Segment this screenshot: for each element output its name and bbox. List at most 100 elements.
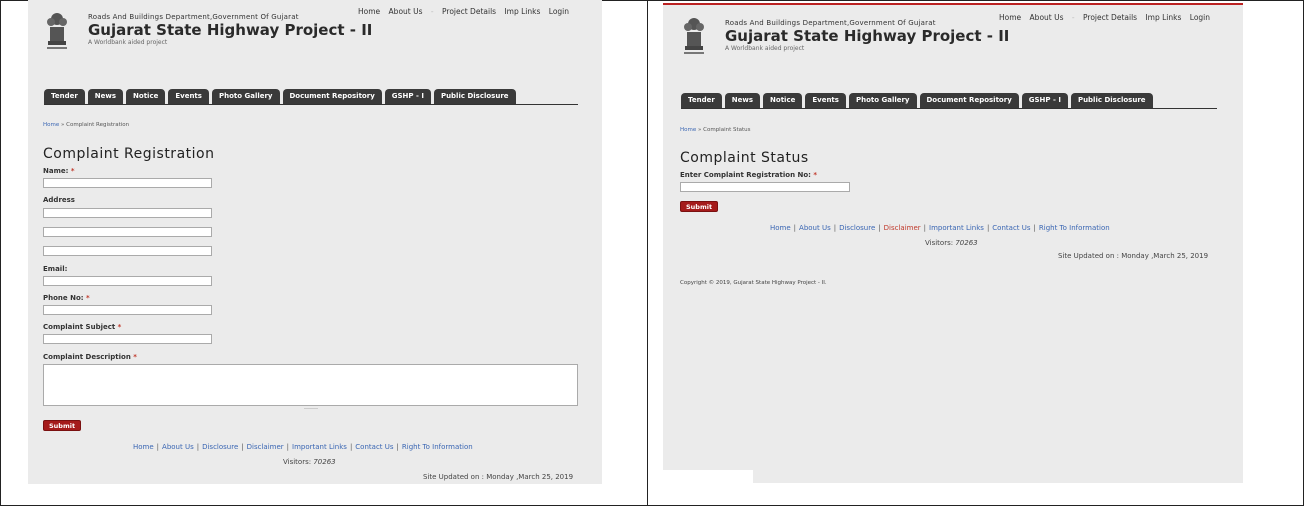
state-emblem-icon: [684, 18, 704, 54]
tab-tender[interactable]: Tender: [44, 89, 85, 104]
breadcrumb: Home » Complaint Status: [680, 127, 751, 133]
footer-link-contact[interactable]: Contact Us: [992, 224, 1030, 232]
description-textarea[interactable]: [43, 364, 578, 406]
tab-underline: [681, 108, 1217, 109]
footer-link-important[interactable]: Important Links: [929, 224, 984, 232]
site-brand[interactable]: Gujarat State Highway Project - II: [725, 27, 1009, 45]
address-input-line-3[interactable]: [43, 246, 212, 256]
footer-link-important[interactable]: Important Links: [292, 443, 347, 451]
site-updated: Site Updated on : Monday ,March 25, 2019: [423, 473, 574, 481]
tab-news[interactable]: News: [724, 93, 761, 108]
registration-no-input[interactable]: [680, 182, 850, 192]
tab-notice[interactable]: Notice: [126, 89, 166, 104]
name-input[interactable]: [43, 178, 212, 188]
site-tagline: A Worldbank aided project: [88, 39, 168, 46]
footer-link-contact[interactable]: Contact Us: [355, 443, 393, 451]
breadcrumb-current: Complaint Status: [703, 127, 751, 133]
complaint-status-page: Roads And Buildings Department,Governmen…: [663, 3, 1243, 483]
phone-input[interactable]: [43, 305, 212, 315]
footer-link-disclosure[interactable]: Disclosure: [202, 443, 238, 451]
tab-photo-gallery[interactable]: Photo Gallery: [211, 89, 280, 104]
name-label: Name: *: [43, 167, 75, 175]
site-updated: Site Updated on : Monday ,March 25, 2019: [1058, 252, 1209, 260]
tab-public-disclosure[interactable]: Public Disclosure: [1070, 93, 1153, 108]
complaint-registration-page: Roads And Buildings Department,Governmen…: [28, 0, 602, 484]
email-label: Email:: [43, 265, 68, 273]
main-tabs: Tender News Notice Events Photo Gallery …: [681, 93, 1153, 108]
visitor-count: 70263: [955, 239, 978, 247]
submit-button[interactable]: Submit: [680, 201, 719, 212]
visitor-counter: Visitors: 70263: [283, 458, 336, 466]
topnav-project-details[interactable]: Project Details: [442, 7, 496, 16]
topnav-project-details[interactable]: Project Details: [1083, 13, 1137, 22]
copyright: Copyright © 2019, Gujarat State Highway …: [680, 280, 827, 286]
tab-tender[interactable]: Tender: [681, 93, 722, 108]
registration-no-label: Enter Complaint Registration No: *: [680, 171, 818, 179]
tab-underline: [44, 104, 578, 105]
tab-events[interactable]: Events: [805, 93, 846, 108]
topnav-separator: -: [1071, 13, 1075, 22]
site-brand[interactable]: Gujarat State Highway Project - II: [88, 21, 372, 39]
bottom-white-patch: [663, 470, 753, 483]
tab-public-disclosure[interactable]: Public Disclosure: [433, 89, 516, 104]
top-nav: Home About Us - Project Details Imp Link…: [358, 7, 575, 16]
footer-link-disclosure[interactable]: Disclosure: [839, 224, 875, 232]
phone-label: Phone No: *: [43, 294, 90, 302]
subject-input[interactable]: [43, 334, 212, 344]
breadcrumb: Home » Complaint Registration: [43, 122, 129, 128]
topnav-home[interactable]: Home: [358, 7, 380, 16]
topnav-about[interactable]: About Us: [389, 7, 423, 16]
required-mark: *: [133, 353, 137, 361]
page-title: Complaint Registration: [43, 146, 215, 162]
org-name: Roads And Buildings Department,Governmen…: [88, 13, 299, 21]
address-input-line-1[interactable]: [43, 208, 212, 218]
tab-events[interactable]: Events: [168, 89, 209, 104]
empty-page-area: [663, 305, 1243, 483]
footer-link-home[interactable]: Home: [133, 443, 154, 451]
main-tabs: Tender News Notice Events Photo Gallery …: [44, 89, 516, 104]
footer-link-disclaimer[interactable]: Disclaimer: [884, 224, 921, 232]
footer-link-rti[interactable]: Right To Information: [402, 443, 473, 451]
topnav-login[interactable]: Login: [1190, 13, 1210, 22]
panel-divider: [647, 0, 648, 506]
topnav-home[interactable]: Home: [999, 13, 1021, 22]
address-input-line-2[interactable]: [43, 227, 212, 237]
footer-link-about[interactable]: About Us: [162, 443, 194, 451]
breadcrumb-current: Complaint Registration: [66, 122, 130, 128]
tab-document-repository[interactable]: Document Repository: [919, 93, 1019, 108]
site-tagline: A Worldbank aided project: [725, 45, 805, 52]
topnav-separator: -: [430, 7, 434, 16]
footer-link-about[interactable]: About Us: [799, 224, 831, 232]
footer-links: Home | About Us | Disclosure | Disclaimer | Impo…: [133, 443, 473, 451]
required-mark: *: [117, 323, 122, 331]
submit-button[interactable]: Submit: [43, 420, 82, 431]
org-name: Roads And Buildings Department,Governmen…: [725, 19, 936, 27]
footer-link-home[interactable]: Home: [770, 224, 791, 232]
topnav-about[interactable]: About Us: [1030, 13, 1064, 22]
tab-news[interactable]: News: [87, 89, 124, 104]
topnav-imp-links[interactable]: Imp Links: [504, 7, 540, 16]
visitor-count: 70263: [313, 458, 336, 466]
required-mark: *: [86, 294, 90, 302]
topnav-imp-links[interactable]: Imp Links: [1145, 13, 1181, 22]
tab-document-repository[interactable]: Document Repository: [282, 89, 382, 104]
footer-link-disclaimer[interactable]: Disclaimer: [247, 443, 284, 451]
tab-gshp-i[interactable]: GSHP - I: [1021, 93, 1068, 108]
address-label: Address: [43, 196, 75, 204]
tab-photo-gallery[interactable]: Photo Gallery: [848, 93, 917, 108]
state-emblem-icon: [47, 13, 67, 49]
topnav-login[interactable]: Login: [549, 7, 569, 16]
breadcrumb-home[interactable]: Home: [680, 127, 696, 133]
description-label: Complaint Description *: [43, 353, 137, 361]
required-mark: *: [813, 171, 818, 179]
textarea-resize-grip[interactable]: [304, 408, 318, 409]
email-input[interactable]: [43, 276, 212, 286]
top-nav: Home About Us - Project Details Imp Link…: [999, 13, 1216, 22]
visitor-counter: Visitors: 70263: [925, 239, 978, 247]
page-title: Complaint Status: [680, 150, 809, 166]
tab-notice[interactable]: Notice: [763, 93, 803, 108]
subject-label: Complaint Subject *: [43, 323, 122, 331]
breadcrumb-home[interactable]: Home: [43, 122, 59, 128]
footer-link-rti[interactable]: Right To Information: [1039, 224, 1110, 232]
tab-gshp-i[interactable]: GSHP - I: [384, 89, 431, 104]
